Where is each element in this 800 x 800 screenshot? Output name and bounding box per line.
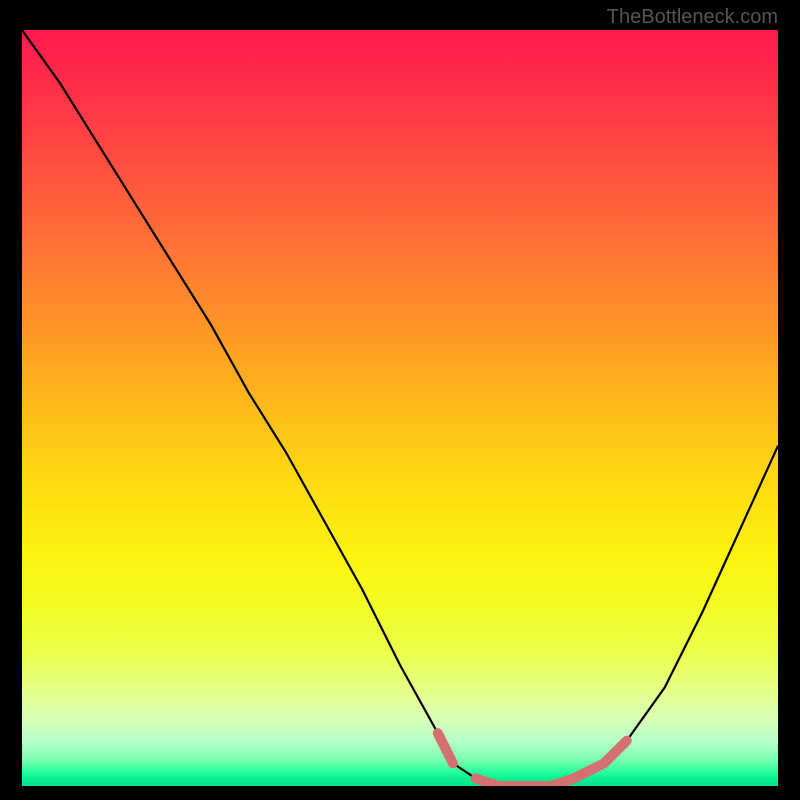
highlight-segment-0 xyxy=(438,733,453,763)
chart-curve-svg xyxy=(22,30,778,786)
chart-area xyxy=(22,30,778,786)
watermark-text: TheBottleneck.com xyxy=(607,6,778,29)
main-curve xyxy=(22,30,778,786)
highlight-segment-1 xyxy=(476,741,627,786)
